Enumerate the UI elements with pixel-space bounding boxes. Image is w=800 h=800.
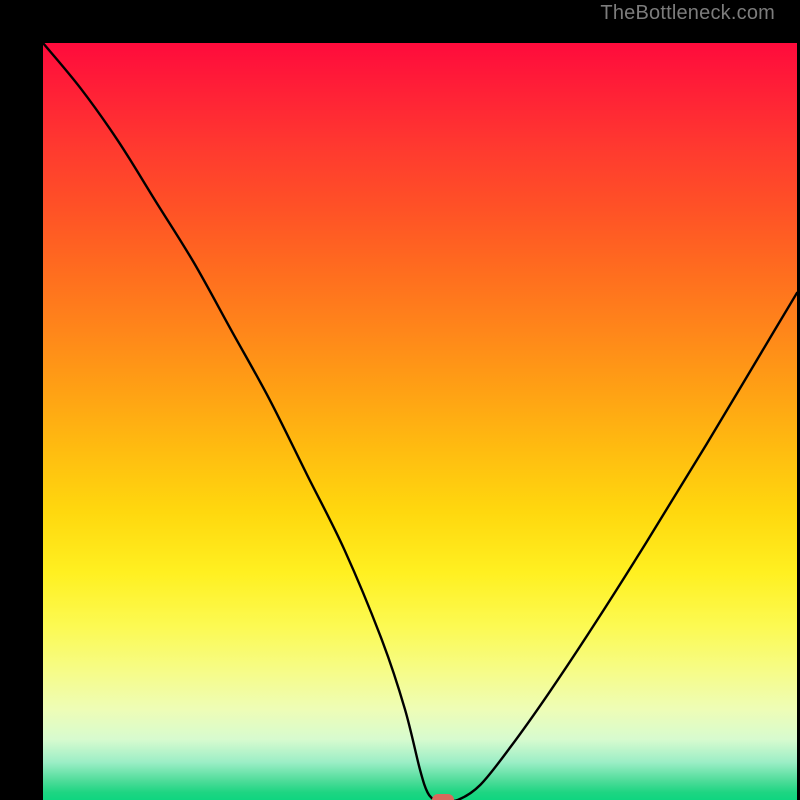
bottleneck-curve <box>43 43 797 800</box>
chart-frame <box>20 20 780 780</box>
watermark-text: TheBottleneck.com <box>600 2 775 25</box>
plot-area <box>43 43 797 800</box>
optimum-marker <box>432 794 454 800</box>
